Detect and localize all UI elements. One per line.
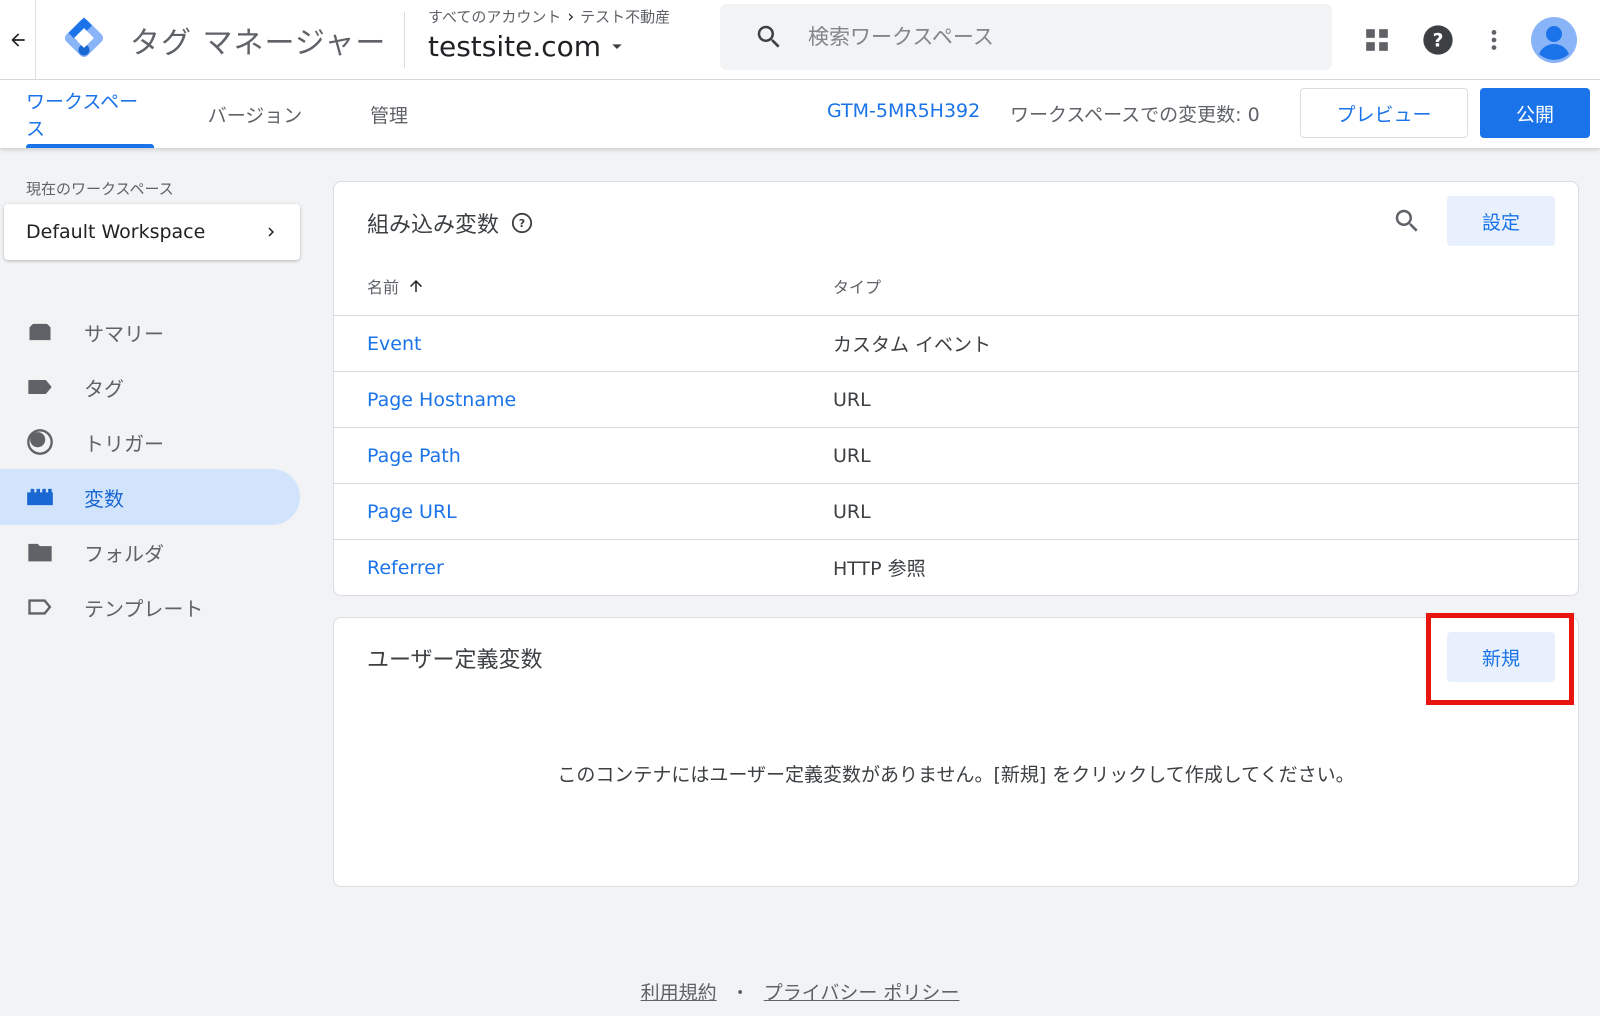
builtin-variables-header: 組み込み変数 ? xyxy=(367,207,533,239)
empty-state-message: このコンテナにはユーザー定義変数がありません。[新規] をクリックして作成してく… xyxy=(557,764,1355,786)
annotation-highlight-box xyxy=(1426,613,1574,705)
trigger-icon xyxy=(27,429,53,455)
current-workspace-label: 現在のワークスペース xyxy=(26,180,174,198)
sidebar-item-summary[interactable]: サマリー xyxy=(0,304,300,360)
container-selector[interactable]: testsite.com xyxy=(428,30,625,63)
variable-name-link[interactable]: Page Path xyxy=(367,445,461,467)
footer: 利用規約 ・ プライバシー ポリシー xyxy=(0,978,1600,1005)
sort-arrow-up-icon xyxy=(410,280,423,292)
sidebar-item-label: サマリー xyxy=(84,321,164,346)
user-defined-variables-card: ユーザー定義変数 新規 このコンテナにはユーザー定義変数がありません。[新規] … xyxy=(333,617,1579,887)
variable-name-link[interactable]: Page Hostname xyxy=(367,389,516,411)
sidebar-item-templates[interactable]: テンプレート xyxy=(0,579,300,635)
user-defined-variables-title: ユーザー定義変数 xyxy=(367,648,543,673)
tab-versions[interactable]: バージョン xyxy=(205,80,305,148)
breadcrumb-account[interactable]: すべてのアカウント xyxy=(428,6,561,27)
back-button[interactable] xyxy=(0,0,36,80)
help-button[interactable]: ? xyxy=(1414,16,1462,64)
container-id-link[interactable]: GTM-5MR5H392 xyxy=(827,100,980,122)
apps-button[interactable] xyxy=(1353,16,1401,64)
folder-icon xyxy=(28,543,52,562)
sidebar-item-triggers[interactable]: トリガー xyxy=(0,414,300,470)
dropdown-arrow-icon xyxy=(612,43,622,49)
workspace-name: Default Workspace xyxy=(26,221,206,243)
top-bar: タグ マネージャー すべてのアカウント › テスト不動産 testsite.co… xyxy=(0,0,1600,80)
svg-text:?: ? xyxy=(519,217,525,230)
sidebar-item-label: テンプレート xyxy=(84,596,204,621)
publish-button[interactable]: 公開 xyxy=(1480,88,1590,138)
product-name: タグ マネージャー xyxy=(130,26,387,61)
template-icon xyxy=(28,599,52,615)
builtin-variables-title: 組み込み変数 xyxy=(367,213,500,238)
summary-icon xyxy=(29,323,51,341)
search-box[interactable] xyxy=(720,4,1332,70)
sidebar-item-tags[interactable]: タグ xyxy=(0,359,300,415)
breadcrumb-property[interactable]: テスト不動産 xyxy=(580,6,670,27)
variable-name-link[interactable]: Event xyxy=(367,333,421,355)
variable-type: URL xyxy=(833,500,871,523)
variable-type: カスタム イベント xyxy=(833,334,992,356)
table-row[interactable]: Page URL URL xyxy=(334,483,1578,539)
variable-type: HTTP 参照 xyxy=(833,558,926,580)
help-outline-icon[interactable]: ? xyxy=(511,212,533,234)
workspace-change-count: ワークスペースでの変更数: 0 xyxy=(1010,104,1260,126)
avatar-icon xyxy=(1531,17,1577,63)
footer-separator: ・ xyxy=(730,982,750,1004)
variables-icon xyxy=(27,488,53,506)
variable-type: URL xyxy=(833,444,871,467)
search-input[interactable] xyxy=(808,25,1288,49)
sidebar-item-label: 変数 xyxy=(84,486,124,511)
help-icon: ? xyxy=(1423,25,1453,55)
column-type-label: タイプ xyxy=(833,278,882,297)
svg-text:?: ? xyxy=(1433,31,1444,52)
table-row[interactable]: Referrer HTTP 参照 xyxy=(334,539,1578,595)
account-avatar-button[interactable] xyxy=(1530,16,1578,64)
sidebar-item-label: タグ xyxy=(84,376,124,401)
column-name-label: 名前 xyxy=(367,278,400,297)
chevron-right-icon xyxy=(268,227,274,237)
sidebar-item-label: フォルダ xyxy=(84,541,164,566)
header-divider xyxy=(404,12,405,68)
apps-grid-icon xyxy=(1366,29,1388,51)
builtin-variables-card: 組み込み変数 ? 設定 名前 タイプ Event カスタム イベント Page … xyxy=(333,181,1579,596)
preview-button[interactable]: プレビュー xyxy=(1300,88,1468,138)
search-variables-icon[interactable] xyxy=(1392,206,1422,236)
column-header-name[interactable]: 名前 xyxy=(367,274,425,298)
sidebar-item-folders[interactable]: フォルダ xyxy=(0,524,300,580)
table-row[interactable]: Page Path URL xyxy=(334,427,1578,483)
more-vert-icon xyxy=(1491,30,1497,50)
table-row[interactable]: Page Hostname URL xyxy=(334,371,1578,427)
breadcrumb-separator: › xyxy=(567,6,575,27)
table-row[interactable]: Event カスタム イベント xyxy=(334,315,1578,371)
arrow-back-icon xyxy=(10,33,25,47)
breadcrumb[interactable]: すべてのアカウント › テスト不動産 xyxy=(428,6,670,27)
terms-link[interactable]: 利用規約 xyxy=(641,982,717,1004)
search-icon xyxy=(757,25,780,48)
tab-admin[interactable]: 管理 xyxy=(366,80,412,148)
variable-name-link[interactable]: Page URL xyxy=(367,501,457,523)
workspace-selector[interactable]: Default Workspace xyxy=(4,204,300,260)
tab-workspace[interactable]: ワークスペース xyxy=(26,80,154,148)
more-options-button[interactable] xyxy=(1470,16,1518,64)
variable-name-link[interactable]: Referrer xyxy=(367,557,444,579)
privacy-policy-link[interactable]: プライバシー ポリシー xyxy=(764,982,960,1004)
column-header-type: タイプ xyxy=(833,274,881,298)
sidebar-item-label: トリガー xyxy=(84,431,164,456)
container-name: testsite.com xyxy=(428,30,602,63)
tag-manager-logo-icon xyxy=(64,17,104,58)
tag-icon xyxy=(28,380,52,394)
configure-button[interactable]: 設定 xyxy=(1447,196,1555,246)
tab-bar: ワークスペース バージョン 管理 GTM-5MR5H392 ワークスペースでの変… xyxy=(0,80,1600,148)
sidebar-item-variables[interactable]: 変数 xyxy=(0,469,300,525)
variable-type: URL xyxy=(833,388,871,411)
